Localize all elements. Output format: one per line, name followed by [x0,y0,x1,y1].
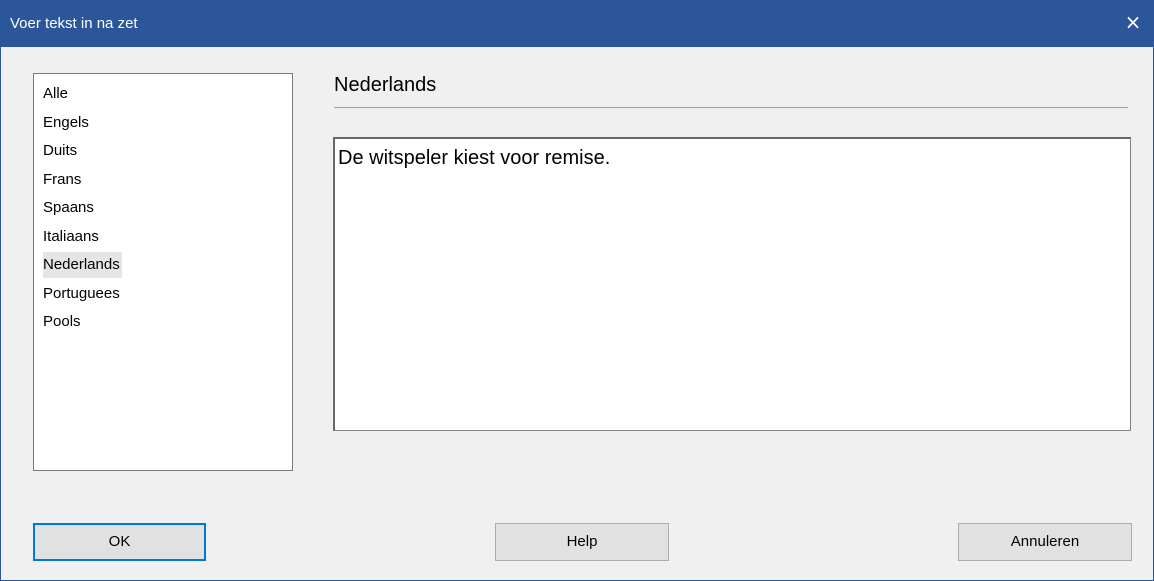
move-text-input[interactable]: De witspeler kiest voor remise. [333,137,1131,431]
list-item-label: Alle [43,85,69,102]
list-item-nederlands-selected[interactable]: Nederlands [34,251,292,280]
cancel-button[interactable]: Annuleren [958,523,1132,561]
list-item-label: Pools [43,313,81,330]
list-item-italiaans[interactable]: Italiaans [34,223,292,252]
list-item-engels[interactable]: Engels [34,109,292,138]
title-bar: Voer tekst in na zet × [1,1,1153,47]
help-button[interactable]: Help [495,523,669,561]
list-item-label: Engels [43,113,89,131]
list-item-label: Frans [43,170,82,188]
list-item-spaans[interactable]: Spaans [34,194,292,223]
language-heading: Nederlands [334,74,437,96]
dialog-window: Voer tekst in na zet × Alle Engels Duits… [0,0,1154,581]
list-item-label: Portuguees [43,284,120,302]
ok-button[interactable]: OK [33,523,206,561]
language-list[interactable]: Alle Engels Duits Frans Spaans Italiaans… [33,73,293,471]
list-item-pools[interactable]: Pools [34,308,292,337]
list-item-label: Spaans [43,199,94,216]
list-item-frans[interactable]: Frans [34,166,292,195]
heading-divider [334,107,1128,108]
list-item-portuguees[interactable]: Portuguees [34,280,292,309]
list-item-alle[interactable]: Alle [34,80,292,109]
list-item-label: Nederlands [43,252,122,278]
window-title: Voer tekst in na zet [10,15,138,32]
close-icon[interactable]: × [1121,10,1145,34]
list-item-duits[interactable]: Duits [34,137,292,166]
list-item-label: Duits [43,142,78,159]
list-item-label: Italiaans [43,227,99,245]
